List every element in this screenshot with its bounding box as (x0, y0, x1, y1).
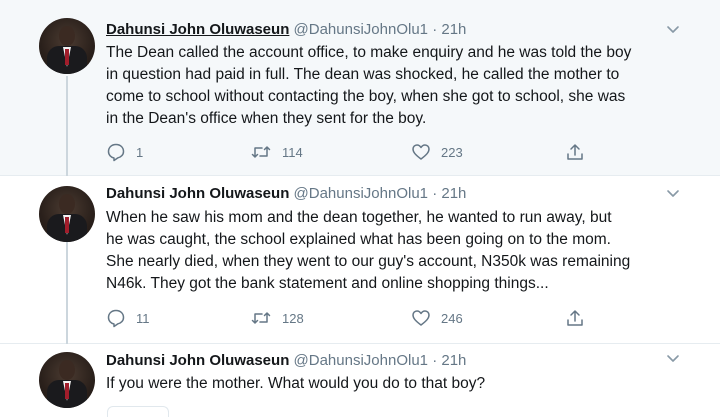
tweet-header: Dahunsi John Oluwaseun @DahunsiJohnOlu1 … (106, 20, 466, 40)
retweet-icon (251, 146, 271, 158)
heart-icon (412, 144, 430, 160)
tweet-header: Dahunsi John Oluwaseun @DahunsiJohnOlu1 … (106, 351, 466, 371)
avatar[interactable] (39, 18, 95, 74)
like-count: 223 (441, 144, 463, 160)
tweet-text-line: come to school without contacting the bo… (106, 88, 626, 105)
retweet-icon (251, 312, 271, 324)
share-icon (567, 144, 583, 160)
tweet[interactable]: Dahunsi John Oluwaseun @DahunsiJohnOlu1 … (0, 0, 720, 176)
tweet-text-line: She nearly died, when they went to our g… (106, 253, 631, 270)
tweet-text-line: The Dean called the account office, to m… (106, 44, 632, 61)
separator: · (432, 185, 438, 202)
tweet-text-line: in the Dean's office when they sent for … (106, 110, 427, 127)
retweet-button[interactable]: 114 (250, 142, 303, 162)
chevron-down-icon[interactable] (666, 22, 680, 36)
author-handle[interactable]: @DahunsiJohnOlu1 (294, 352, 428, 369)
avatar[interactable] (39, 352, 95, 408)
retweet-count: 128 (282, 310, 304, 326)
reply-count: 1 (136, 144, 144, 160)
tweet-actions: 11 128 246 (106, 308, 586, 328)
thread-connector-line (66, 238, 68, 344)
like-count: 246 (441, 310, 463, 326)
tweet-text: When he saw his mom and the dean togethe… (106, 207, 676, 295)
reply-icon (107, 143, 125, 162)
share-icon (567, 310, 583, 326)
author-name[interactable]: Dahunsi John Oluwaseun (106, 352, 289, 369)
author-handle[interactable]: @DahunsiJohnOlu1 (294, 185, 428, 202)
tweet-text-line: in question had paid in full. The dean w… (106, 66, 620, 83)
separator: · (432, 352, 438, 369)
like-button[interactable]: 223 (411, 142, 463, 162)
tweet-text-line: If you were the mother. What would you d… (106, 375, 486, 392)
share-button[interactable] (565, 308, 585, 328)
tweet-actions: 1 114 223 (106, 142, 586, 162)
timestamp[interactable]: 21h (441, 21, 466, 38)
author-handle[interactable]: @DahunsiJohnOlu1 (294, 21, 428, 38)
timestamp[interactable]: 21h (441, 352, 466, 369)
author-name[interactable]: Dahunsi John Oluwaseun (106, 21, 289, 38)
tweet-text-line: When he saw his mom and the dean togethe… (106, 209, 612, 226)
media-card-edge (107, 406, 169, 417)
avatar[interactable] (39, 186, 95, 242)
chevron-down-icon[interactable] (666, 351, 680, 365)
tweet-header: Dahunsi John Oluwaseun @DahunsiJohnOlu1 … (106, 184, 466, 204)
tweet[interactable]: Dahunsi John Oluwaseun @DahunsiJohnOlu1 … (0, 176, 720, 344)
share-button[interactable] (565, 142, 585, 162)
timestamp[interactable]: 21h (441, 185, 466, 202)
separator: · (432, 21, 438, 38)
chevron-down-icon[interactable] (666, 186, 680, 200)
like-button[interactable]: 246 (411, 308, 463, 328)
thread-connector-line (66, 76, 68, 176)
tweet-text-line: N46k. They got the bank statement and on… (106, 275, 549, 292)
heart-icon (412, 310, 430, 326)
retweet-count: 114 (282, 144, 303, 160)
reply-icon (107, 309, 125, 328)
reply-button[interactable]: 1 (106, 142, 143, 162)
author-name[interactable]: Dahunsi John Oluwaseun (106, 185, 289, 202)
reply-button[interactable]: 11 (106, 308, 150, 328)
tweet-thread: Dahunsi John Oluwaseun @DahunsiJohnOlu1 … (0, 0, 720, 419)
tweet-text: The Dean called the account office, to m… (106, 42, 676, 130)
reply-count: 11 (136, 310, 150, 326)
retweet-button[interactable]: 128 (250, 308, 304, 328)
tweet-text: If you were the mother. What would you d… (106, 373, 676, 395)
tweet-text-line: he was caught, the school explained what… (106, 231, 611, 248)
